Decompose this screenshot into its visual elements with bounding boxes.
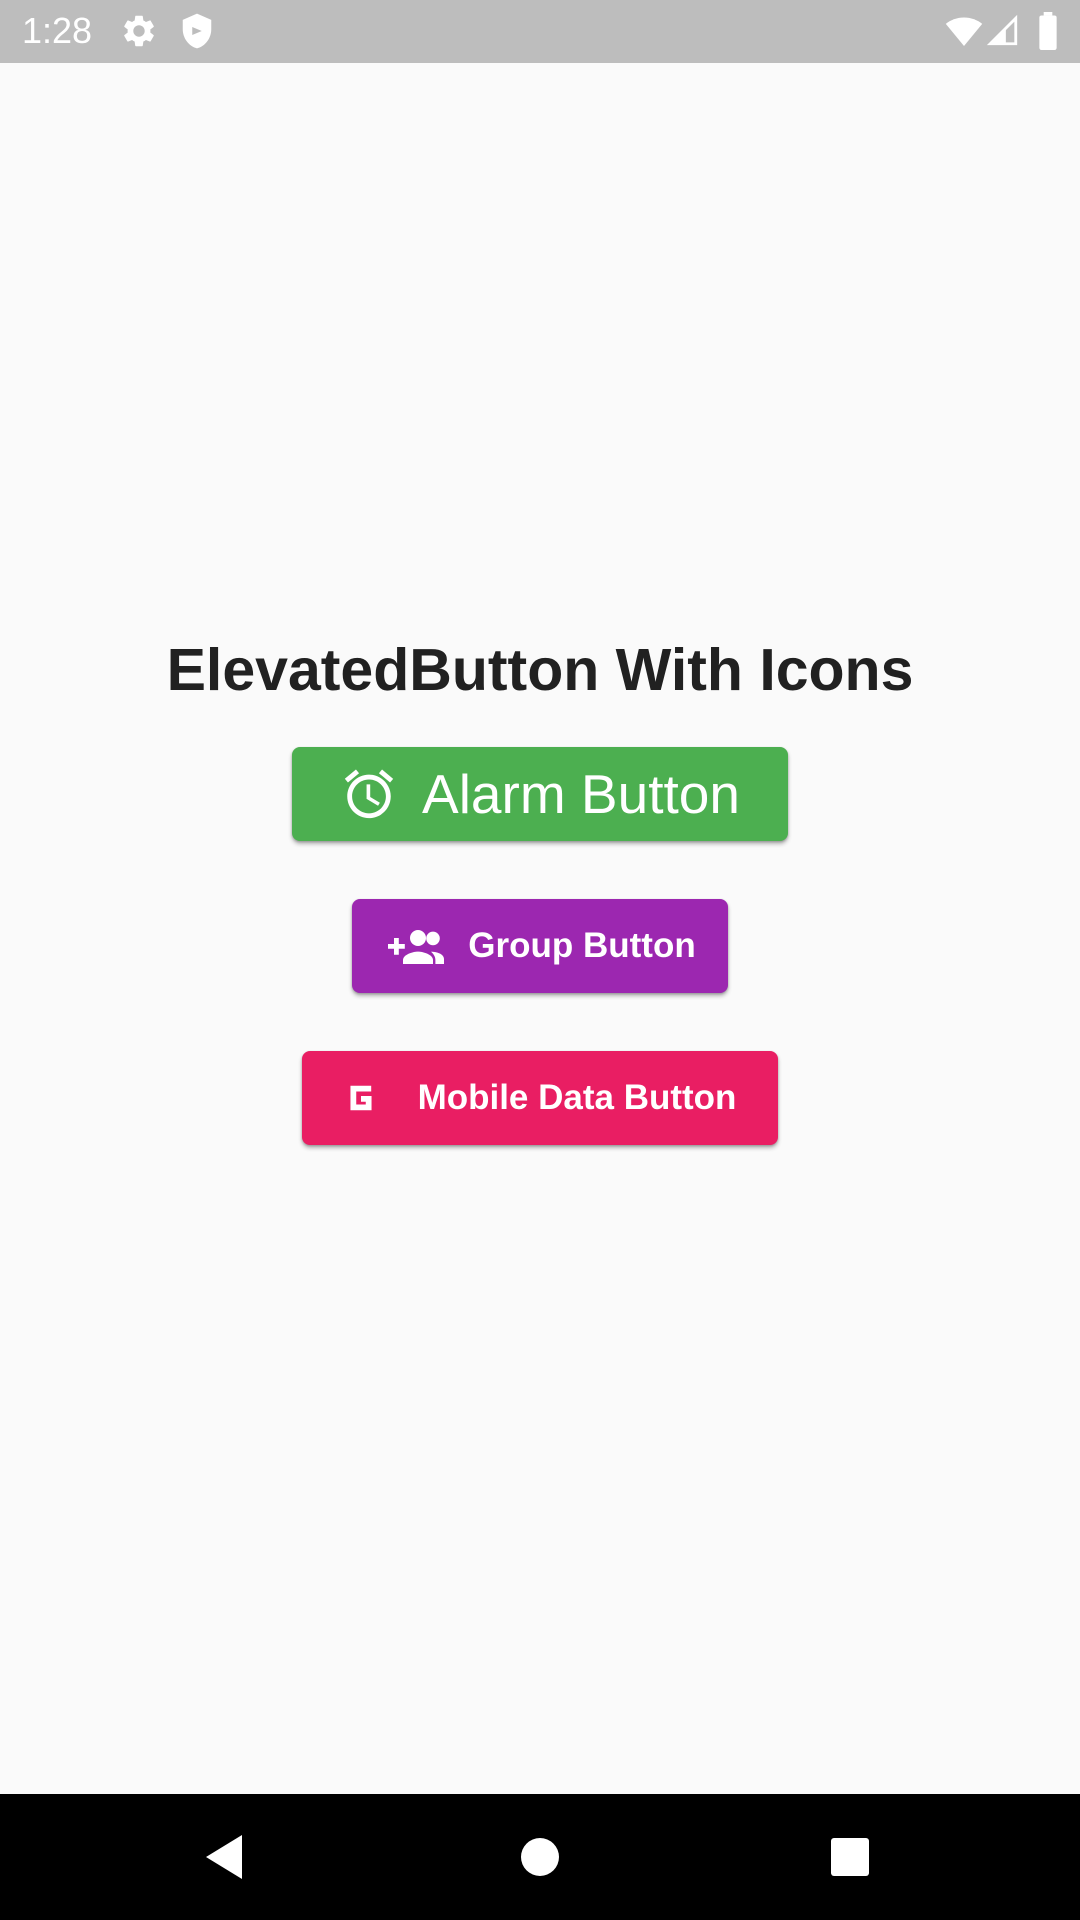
settings-icon bbox=[120, 12, 158, 50]
alarm-button-label: Alarm Button bbox=[422, 763, 740, 825]
home-icon[interactable] bbox=[510, 1827, 570, 1887]
signal-icon bbox=[986, 12, 1024, 50]
shield-icon bbox=[178, 12, 216, 50]
wifi-icon bbox=[944, 12, 983, 50]
alarm-button[interactable]: Alarm Button bbox=[292, 747, 788, 841]
screen: 1:28 ElevatedButton With Icons Alarm But… bbox=[0, 0, 1080, 1920]
mobile-data-button[interactable]: Mobile Data Button bbox=[302, 1051, 778, 1145]
group-add-icon bbox=[384, 926, 448, 966]
recents-icon[interactable] bbox=[820, 1827, 880, 1887]
page-title: ElevatedButton With Icons bbox=[166, 637, 914, 703]
status-bar: 1:28 bbox=[0, 0, 1080, 63]
group-button-label: Group Button bbox=[468, 926, 696, 965]
mobile-data-button-label: Mobile Data Button bbox=[417, 1078, 737, 1117]
back-icon[interactable] bbox=[194, 1827, 254, 1887]
mobile-data-g-icon bbox=[344, 1081, 378, 1115]
battery-icon bbox=[1036, 12, 1062, 51]
alarm-icon bbox=[340, 765, 398, 823]
status-time: 1:28 bbox=[22, 10, 93, 51]
group-button[interactable]: Group Button bbox=[352, 899, 728, 993]
navigation-bar bbox=[0, 1794, 1080, 1920]
